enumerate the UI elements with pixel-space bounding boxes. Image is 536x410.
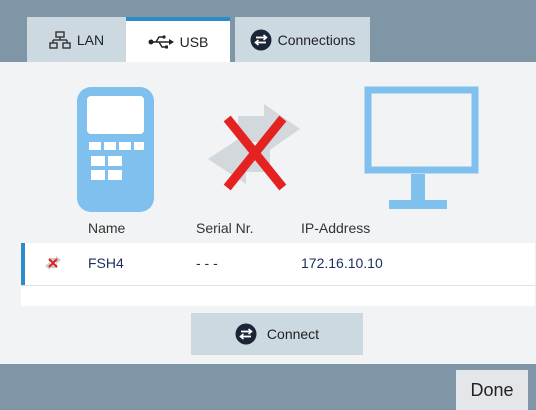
- tab-connections-label: Connections: [277, 31, 356, 48]
- top-bar: LAN USB Connections: [0, 0, 536, 62]
- table-header: Name Serial Nr. IP-Address: [21, 214, 535, 243]
- connect-button[interactable]: Connect: [191, 313, 363, 355]
- tab-usb[interactable]: USB: [126, 17, 230, 62]
- disconnected-icon: [43, 256, 63, 273]
- tab-lan[interactable]: LAN: [27, 17, 126, 62]
- network-icon: [49, 30, 71, 49]
- handheld-device-icon: [77, 87, 154, 212]
- connection-illustration: [77, 86, 479, 212]
- empty-row: [21, 285, 535, 306]
- connections-icon: [250, 29, 272, 51]
- device-ip: 172.16.10.10: [301, 255, 383, 271]
- table-row[interactable]: FSH4 - - - 172.16.10.10: [21, 243, 535, 285]
- connections-icon: [235, 323, 257, 345]
- tab-connections[interactable]: Connections: [235, 17, 370, 62]
- device-table: Name Serial Nr. IP-Address FSH4 - - - 17…: [21, 214, 535, 306]
- header-serial: Serial Nr.: [196, 220, 254, 236]
- done-button[interactable]: Done: [456, 370, 528, 410]
- device-serial: - - -: [196, 255, 218, 271]
- usb-panel: Name Serial Nr. IP-Address FSH4 - - - 17…: [0, 62, 536, 364]
- bottom-bar: Done: [0, 364, 536, 410]
- tab-usb-label: USB: [179, 33, 209, 50]
- usb-icon: [148, 34, 174, 49]
- header-name: Name: [88, 220, 126, 236]
- monitor-icon: [364, 86, 479, 209]
- connect-button-label: Connect: [266, 326, 320, 342]
- device-name: FSH4: [88, 255, 124, 271]
- header-ip: IP-Address: [301, 220, 371, 236]
- disconnected-icon: [208, 104, 300, 191]
- tab-lan-label: LAN: [76, 31, 105, 48]
